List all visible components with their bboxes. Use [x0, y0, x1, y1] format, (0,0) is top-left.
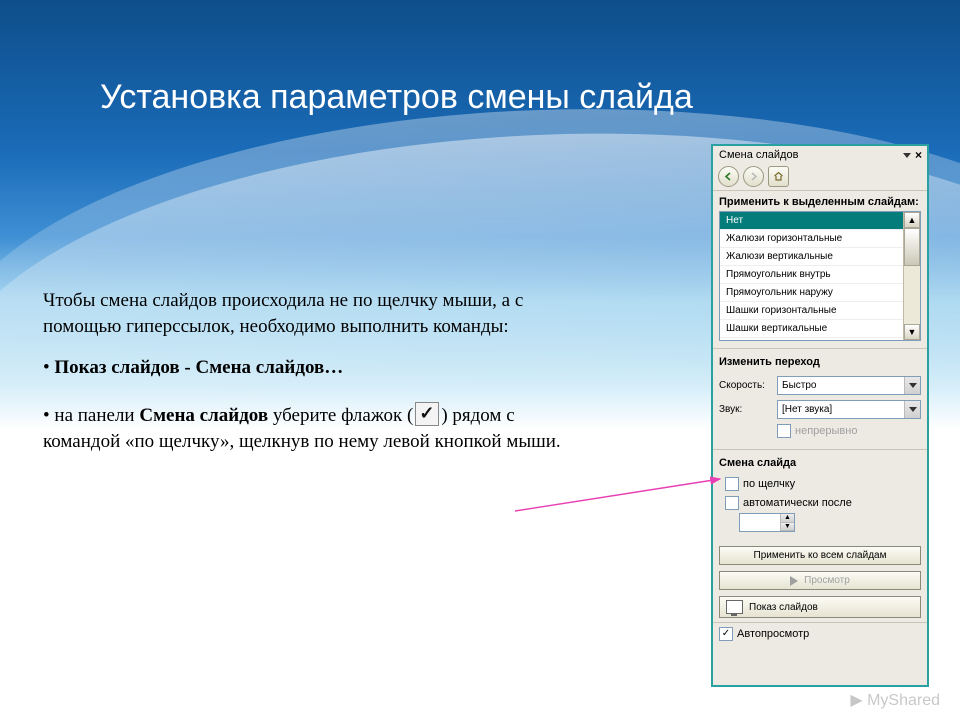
list-item[interactable]: Шашки вертикальные — [720, 320, 903, 338]
intro-paragraph: Чтобы смена слайдов происходила не по ще… — [43, 288, 588, 339]
chevron-down-icon[interactable] — [904, 401, 920, 418]
modify-transition-section: Изменить переход Скорость: Быстро Звук: … — [713, 348, 927, 442]
nav-home-button[interactable] — [768, 166, 789, 187]
continuous-label: непрерывно — [795, 425, 857, 437]
list-item[interactable]: Прямоугольник внутрь — [720, 266, 903, 284]
pointer-arrow — [515, 475, 727, 515]
chevron-down-icon[interactable] — [904, 377, 920, 394]
advance-label: Смена слайда — [719, 452, 921, 472]
list-item[interactable]: Жалюзи вертикальные — [720, 248, 903, 266]
spinner-down-button[interactable]: ▼ — [780, 523, 794, 532]
preview-button[interactable]: Просмотр — [719, 571, 921, 590]
slide-body: Чтобы смена слайдов происходила не по ще… — [43, 288, 588, 470]
listbox-scrollbar[interactable]: ▲ ▼ — [903, 212, 920, 340]
spinner-up-button[interactable]: ▲ — [780, 514, 794, 523]
bullet-2: • на панели Смена слайдов уберите флажок… — [43, 397, 588, 454]
scroll-up-button[interactable]: ▲ — [904, 212, 920, 228]
panel-menu-dropdown-icon[interactable] — [903, 153, 911, 158]
slide-transition-panel: Смена слайдов × Применить к выделенным с… — [711, 144, 929, 687]
scroll-thumb[interactable] — [904, 228, 920, 266]
transition-listbox[interactable]: Нет Жалюзи горизонтальные Жалюзи вертика… — [719, 211, 921, 341]
apply-to-all-button[interactable]: Применить ко всем слайдам — [719, 546, 921, 565]
close-icon[interactable]: × — [915, 149, 922, 161]
auto-after-checkbox[interactable] — [725, 496, 739, 510]
apply-to-label: Применить к выделенным слайдам: — [713, 191, 927, 211]
monitor-icon — [726, 600, 743, 614]
scroll-down-button[interactable]: ▼ — [904, 324, 920, 340]
watermark: ▶ MyShared — [850, 690, 940, 710]
autopreview-checkbox[interactable] — [719, 627, 733, 641]
panel-title-text: Смена слайдов — [719, 149, 798, 161]
sound-label: Звук: — [719, 404, 773, 415]
delay-spinner[interactable]: ▲ ▼ — [739, 513, 795, 532]
panel-nav-row — [713, 163, 927, 191]
advance-slide-section: Смена слайда по щелчку автоматически пос… — [713, 449, 927, 536]
speed-label: Скорость: — [719, 380, 773, 391]
autopreview-label: Автопросмотр — [737, 628, 809, 640]
play-icon — [790, 576, 798, 586]
list-item[interactable]: Прямоугольник наружу — [720, 284, 903, 302]
checkbox-icon — [415, 402, 439, 426]
panel-footer: Автопросмотр — [713, 622, 927, 645]
modify-transition-label: Изменить переход — [719, 351, 921, 371]
on-click-checkbox[interactable] — [725, 477, 739, 491]
list-item[interactable]: Нет — [720, 212, 903, 230]
list-item[interactable]: Шашки горизонтальные — [720, 302, 903, 320]
slide-title: Установка параметров смены слайда — [100, 78, 880, 117]
list-item[interactable]: Жалюзи горизонтальные — [720, 230, 903, 248]
slideshow-button[interactable]: Показ слайдов — [719, 596, 921, 618]
sound-combobox[interactable]: [Нет звука] — [777, 400, 921, 419]
panel-titlebar: Смена слайдов × — [713, 146, 927, 163]
continuous-checkbox[interactable] — [777, 424, 791, 438]
on-click-label: по щелчку — [743, 478, 795, 490]
nav-back-button[interactable] — [718, 166, 739, 187]
bullet-1: • Показ слайдов - Смена слайдов… — [43, 355, 588, 381]
speed-combobox[interactable]: Быстро — [777, 376, 921, 395]
auto-after-label: автоматически после — [743, 497, 852, 509]
nav-forward-button[interactable] — [743, 166, 764, 187]
